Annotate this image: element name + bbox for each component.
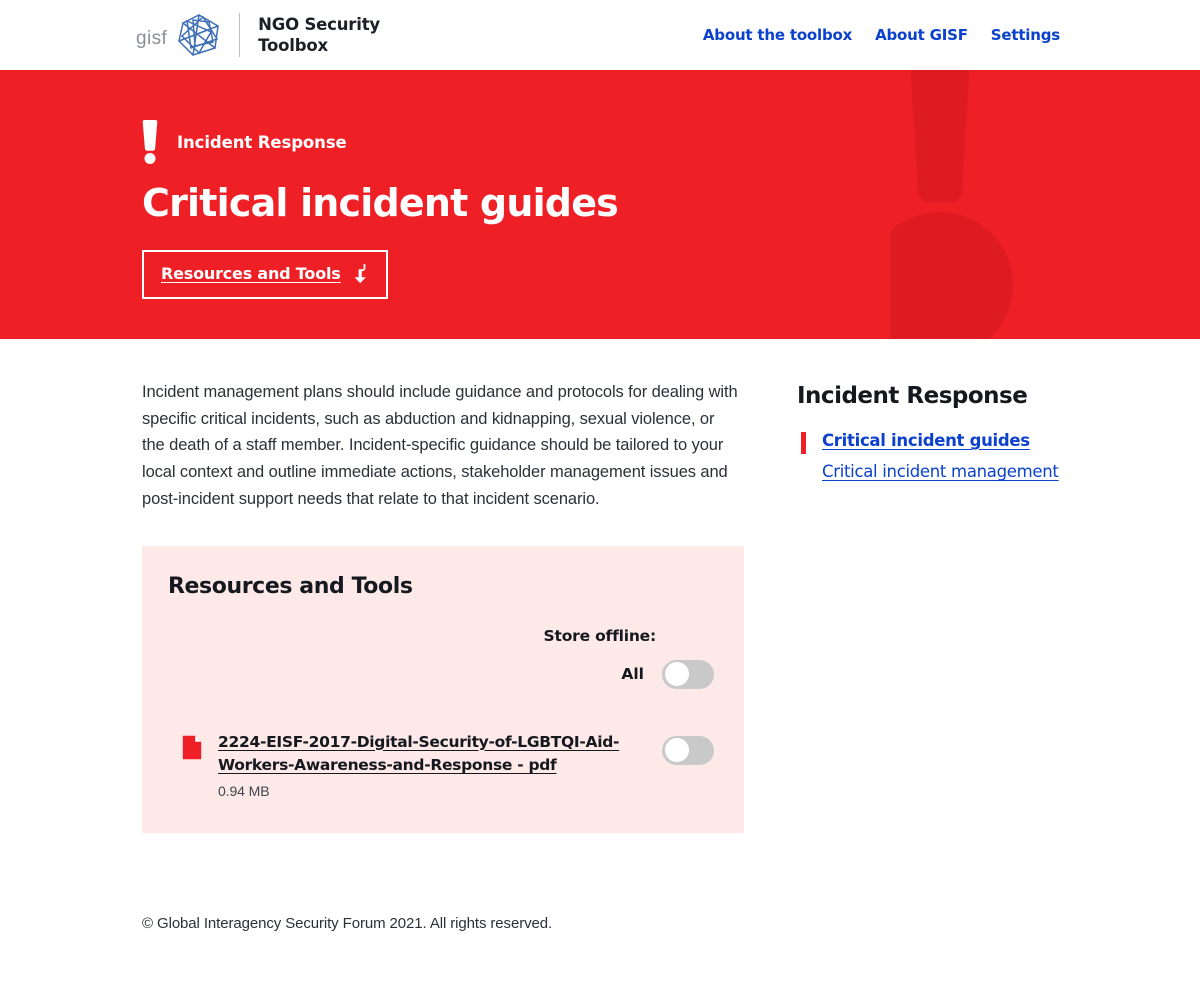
resources-panel-title: Resources and Tools [168,573,413,599]
resources-and-tools-button-label: Resources and Tools [161,264,341,284]
resources-and-tools-panel: Resources and Tools Store offline: All 2… [142,545,744,833]
store-offline-all-label: All [621,665,644,684]
brand-title: NGO Security Toolbox [258,14,380,56]
brand-title-line-2: Toolbox [258,36,328,55]
page-title: Critical incident guides [142,181,619,225]
gisf-logo-wordmark: gisf [136,27,168,49]
intro-paragraph: Incident management plans should include… [142,383,738,508]
site-footer: © Global Interagency Security Forum 2021… [142,915,1060,972]
sidebar-item-label[interactable]: Critical incident guides [822,431,1030,450]
resource-file-info: 2224-EISF-2017-Digital-Security-of-LGBTQ… [218,731,638,799]
main-navigation: About the toolbox About GISF Settings [703,26,1060,44]
sidebar-title: Incident Response [797,383,1028,409]
toggle-knob [665,662,689,687]
gisf-logo[interactable]: gisf [136,12,225,58]
exclamation-mark-icon [142,120,158,164]
sidebar-nav: Critical incident guides Critical incide… [797,431,1060,482]
hero-eyebrow-label: Incident Response [177,132,347,152]
resource-file-size: 0.94 MB [218,782,270,799]
footer-copyright: © Global Interagency Security Forum 2021… [142,914,553,932]
store-offline-label: Store offline: [543,626,657,645]
sidebar-item-critical-incident-guides[interactable]: Critical incident guides [797,431,1060,454]
gisf-network-mark-icon [178,14,219,56]
hero-eyebrow: Incident Response [142,119,1200,165]
hero-content: Incident Response Critical incident guid… [0,70,1200,299]
download-arrow-icon [354,263,366,284]
sidebar-item-label[interactable]: Critical incident management [822,462,1059,481]
site-header: gisf NGO Security Toolbox About the tool… [0,0,1200,70]
main-column: Incident management plans should include… [142,379,744,833]
resource-file-link[interactable]: 2224-EISF-2017-Digital-Security-of-LGBTQ… [218,733,619,775]
pdf-file-icon [182,735,202,759]
brand-title-line-1: NGO Security [258,14,380,34]
store-offline-all-toggle[interactable] [662,659,714,689]
page-body: Incident management plans should include… [0,339,1200,972]
hero-banner: Incident Response Critical incident guid… [0,70,1200,339]
resource-file-toggle-cell [662,731,714,770]
resources-and-tools-button[interactable]: Resources and Tools [142,249,388,299]
sidebar-item-critical-incident-management[interactable]: Critical incident management [797,462,1060,482]
brand-divider [239,13,241,57]
resource-file-row: 2224-EISF-2017-Digital-Security-of-LGBTQ… [168,731,714,799]
nav-link-settings[interactable]: Settings [991,26,1060,44]
store-offline-file-toggle[interactable] [662,735,714,765]
nav-link-about-the-toolbox[interactable]: About the toolbox [703,26,852,44]
active-marker [801,432,806,454]
store-offline-all-row: All [168,659,714,689]
toggle-knob [665,738,689,763]
sidebar: Incident Response Critical incident guid… [744,379,1060,493]
brand[interactable]: gisf NGO Security Toolbox [136,12,380,58]
content-columns: Incident management plans should include… [142,379,1060,833]
nav-link-about-gisf[interactable]: About GISF [875,26,968,44]
